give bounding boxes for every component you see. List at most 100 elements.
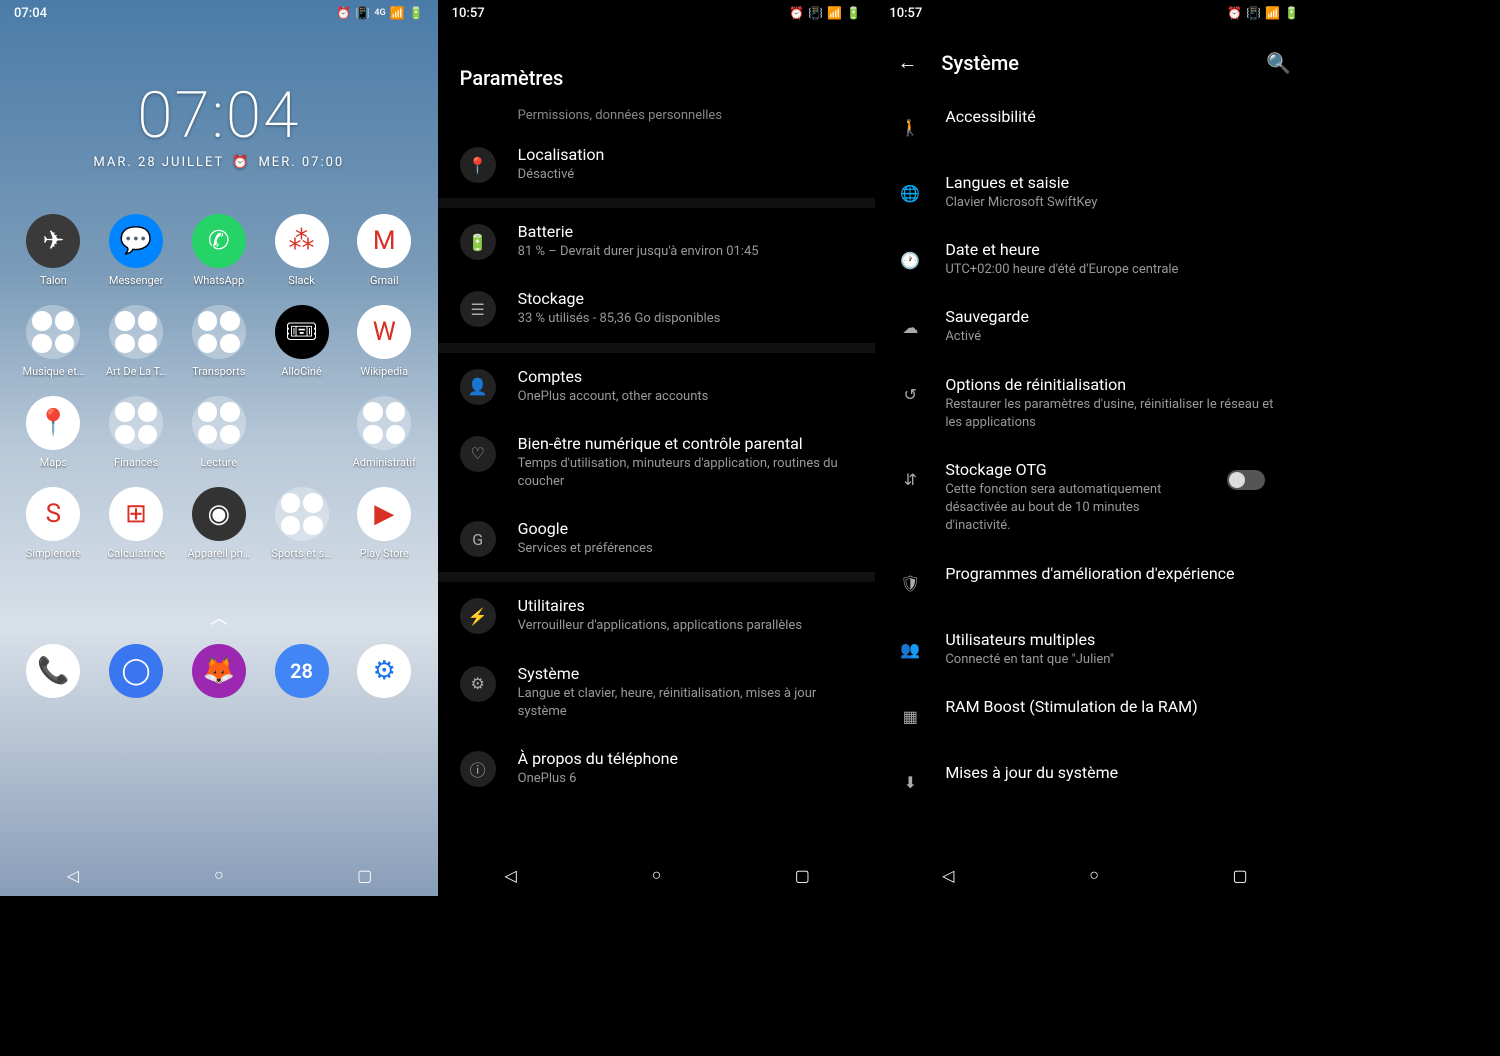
system-item-title: Accessibilité xyxy=(945,107,1291,126)
nav-home-icon[interactable]: ○ xyxy=(645,864,667,886)
navbar: ◁ ○ ▢ xyxy=(438,854,876,896)
app-WhatsApp[interactable]: ✆ WhatsApp xyxy=(177,214,260,287)
dock-app-firefox[interactable]: 🦊 xyxy=(177,644,260,698)
nav-recent-icon[interactable]: ▢ xyxy=(354,864,376,886)
settings-item-Bien-être numérique et contrôle parental[interactable]: ♡ Bien-être numérique et contrôle parent… xyxy=(438,420,876,505)
system-item-sub: Cette fonction sera automatiquement désa… xyxy=(945,481,1205,536)
folder-icon xyxy=(357,396,411,450)
app-Art De La T…[interactable]: Art De La T… xyxy=(95,305,178,378)
alarm-icon: ⏰ xyxy=(1227,6,1242,21)
folder-icon xyxy=(192,305,246,359)
settings-item-Comptes[interactable]: 👤 Comptes OnePlus account, other account… xyxy=(438,353,876,420)
app-icon: ✆ xyxy=(192,214,246,268)
dock: 📞◯🦊28⚙ xyxy=(0,630,438,712)
app-drawer-handle[interactable]: ︿ xyxy=(0,604,438,630)
nav-home-icon[interactable]: ○ xyxy=(1083,864,1105,886)
system-icon: 🌐 xyxy=(897,175,923,211)
nav-back-icon[interactable]: ◁ xyxy=(937,864,959,886)
search-icon[interactable]: 🔍 xyxy=(1266,51,1291,75)
system-item-Options de réinitialisation[interactable]: ↺ Options de réinitialisation Restaurer … xyxy=(875,361,1313,446)
nav-back-icon[interactable]: ◁ xyxy=(62,864,84,886)
settings-item-title: Batterie xyxy=(518,222,854,241)
settings-icon: ⚙ xyxy=(460,666,496,702)
app-label: Simplenote xyxy=(26,547,81,560)
app-Appareil ph…[interactable]: ◉Appareil ph… xyxy=(177,487,260,560)
battery-icon: 🔋 xyxy=(409,6,424,21)
settings-item-Utilitaires[interactable]: ⚡ Utilitaires Verrouilleur d'application… xyxy=(438,582,876,649)
settings-item-title: Utilitaires xyxy=(518,596,854,615)
settings-item-Système[interactable]: ⚙ Système Langue et clavier, heure, réin… xyxy=(438,650,876,735)
app-Lecture[interactable]: Lecture xyxy=(177,396,260,469)
app-label: Talon xyxy=(40,274,67,287)
system-item-Programmes d'amélioration d'expérience[interactable]: 🛡 Programmes d'amélioration d'expérience xyxy=(875,550,1313,616)
dock-app-calendar[interactable]: 28 xyxy=(260,644,343,698)
app-Sports et s…[interactable]: Sports et s… xyxy=(260,487,343,560)
app-Slack[interactable]: ⁂Slack xyxy=(260,214,343,287)
dock-app-phone[interactable]: 📞 xyxy=(12,644,95,698)
settings-item-Stockage[interactable]: ☰ Stockage 33 % utilisés - 85,36 Go disp… xyxy=(438,275,876,342)
app-icon: M xyxy=(357,214,411,268)
app-Transports[interactable]: Transports xyxy=(177,305,260,378)
system-item-sub: Clavier Microsoft SwiftKey xyxy=(945,194,1291,212)
system-icon: ▦ xyxy=(897,699,923,735)
app-label: WhatsApp xyxy=(194,274,245,287)
system-item-Date et heure[interactable]: 🕐 Date et heure UTC+02:00 heure d'été d'… xyxy=(875,226,1313,293)
app-label: Sports et s… xyxy=(271,547,331,560)
alarm-icon: ⏰ xyxy=(232,155,250,170)
statusbar: 07:04 ⏰ 📳 4G 📶 🔋 xyxy=(0,0,438,26)
app-label: Musique et… xyxy=(23,365,85,378)
nav-recent-icon[interactable]: ▢ xyxy=(791,864,813,886)
statusbar-indicators: ⏰ 📳 📶 🔋 xyxy=(789,6,861,21)
app-Simplenote[interactable]: SSimplenote xyxy=(12,487,95,560)
nav-back-icon[interactable]: ◁ xyxy=(500,864,522,886)
app-Finances[interactable]: Finances xyxy=(95,396,178,469)
folder-icon xyxy=(275,487,329,541)
battery-icon: 🔋 xyxy=(846,6,861,21)
app-Gmail[interactable]: MGmail xyxy=(343,214,426,287)
app-icon: ✈ xyxy=(26,214,80,268)
nav-home-icon[interactable]: ○ xyxy=(208,864,230,886)
system-icon: ⬇ xyxy=(897,765,923,801)
system-item-Accessibilité[interactable]: 🚶 Accessibilité xyxy=(875,93,1313,159)
app-Messenger[interactable]: 💬Messenger xyxy=(95,214,178,287)
system-item-Langues et saisie[interactable]: 🌐 Langues et saisie Clavier Microsoft Sw… xyxy=(875,159,1313,226)
divider xyxy=(438,572,876,582)
statusbar: 10:57 ⏰ 📳 📶 🔋 xyxy=(438,0,876,26)
settings-icon: 📍 xyxy=(460,147,496,183)
system-item-Sauvegarde[interactable]: ☁ Sauvegarde Activé xyxy=(875,293,1313,360)
app-Wikipedia[interactable]: WWikipedia xyxy=(343,305,426,378)
app-Play Store[interactable]: ▶Play Store xyxy=(343,487,426,560)
clock-date: MAR. 28 JUILLET xyxy=(93,155,224,170)
app-label: Slack xyxy=(288,274,315,287)
clock-widget[interactable]: 07:04 MAR. 28 JUILLET ⏰ MER. 07:00 xyxy=(0,78,438,170)
settings-item-sub: Services et préférences xyxy=(518,540,854,558)
home-screen: 07:04 ⏰ 📳 4G 📶 🔋 07:04 MAR. 28 JUILLET ⏰… xyxy=(0,0,438,896)
system-item-title: Programmes d'amélioration d'expérience xyxy=(945,564,1291,583)
folder-icon xyxy=(26,305,80,359)
settings-item-À propos du téléphone[interactable]: ⓘ À propos du téléphone OnePlus 6 xyxy=(438,735,876,802)
app-Musique et…[interactable]: Musique et… xyxy=(12,305,95,378)
system-item-RAM Boost (Stimulation de la RAM)[interactable]: ▦ RAM Boost (Stimulation de la RAM) xyxy=(875,683,1313,749)
app-label: Art De La T… xyxy=(106,365,166,378)
nav-recent-icon[interactable]: ▢ xyxy=(1229,864,1251,886)
toggle-switch[interactable] xyxy=(1227,470,1265,490)
dock-app-settings[interactable]: ⚙ xyxy=(343,644,426,698)
dock-app-signal[interactable]: ◯ xyxy=(95,644,178,698)
app-Talon[interactable]: ✈ Talon xyxy=(12,214,95,287)
back-button[interactable]: ← xyxy=(897,50,917,75)
settings-item-Localisation[interactable]: 📍 Localisation Désactivé xyxy=(438,131,876,198)
app-AlloCiné[interactable]: 🎟AlloCiné xyxy=(260,305,343,378)
settings-item-Batterie[interactable]: 🔋 Batterie 81 % – Devrait durer jusqu'à … xyxy=(438,208,876,275)
statusbar-indicators: ⏰ 📳 4G 📶 🔋 xyxy=(336,6,423,21)
system-item-Mises à jour du système[interactable]: ⬇ Mises à jour du système xyxy=(875,749,1313,815)
app-Maps[interactable]: 📍Maps xyxy=(12,396,95,469)
settings-item-sub: 81 % – Devrait durer jusqu'à environ 01:… xyxy=(518,243,854,261)
settings-item-Google[interactable]: G Google Services et préférences xyxy=(438,505,876,572)
app-Calculatrice[interactable]: ⊞Calculatrice xyxy=(95,487,178,560)
system-item-Stockage OTG[interactable]: ⇵ Stockage OTG Cette fonction sera autom… xyxy=(875,446,1313,550)
app-Administratif[interactable]: Administratif xyxy=(343,396,426,469)
system-icon: 🛡 xyxy=(897,566,923,602)
folder-icon xyxy=(109,396,163,450)
settings-icon: ⚡ xyxy=(460,598,496,634)
system-item-Utilisateurs multiples[interactable]: 👥 Utilisateurs multiples Connecté en tan… xyxy=(875,616,1313,683)
